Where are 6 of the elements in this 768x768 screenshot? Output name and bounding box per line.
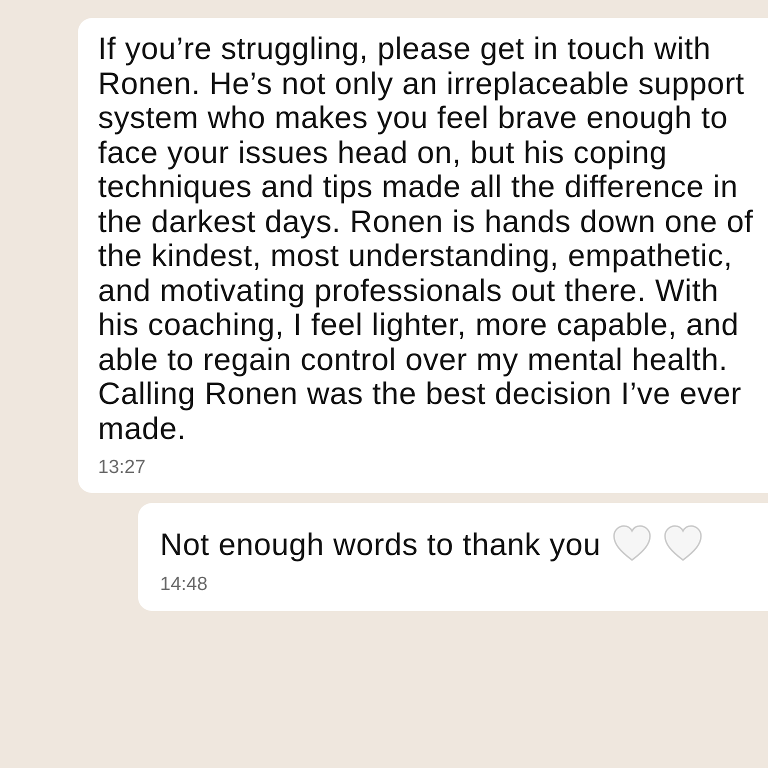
heart-icon xyxy=(662,524,703,562)
message-text: Not enough words to thank you xyxy=(160,526,601,562)
heart-icon xyxy=(612,524,652,562)
message-time: 14:48 xyxy=(160,572,208,596)
message-text: If you’re struggling, please get in touch with Ronen. He’s not only an irreplaceable support system who makes you feel brave enough to face your issues head on, but his coping techniques and tips made all the difference in the darkest days. Ronen is hands down one of the kindest, most understanding, empathetic, and motivating professionals out there. With his coaching, I feel lighter, more capable, and able to regain control over my mental health. Calling Ronen was the best decision I’ve ever made. xyxy=(98,31,754,446)
message-time: 13:27 xyxy=(98,456,146,480)
